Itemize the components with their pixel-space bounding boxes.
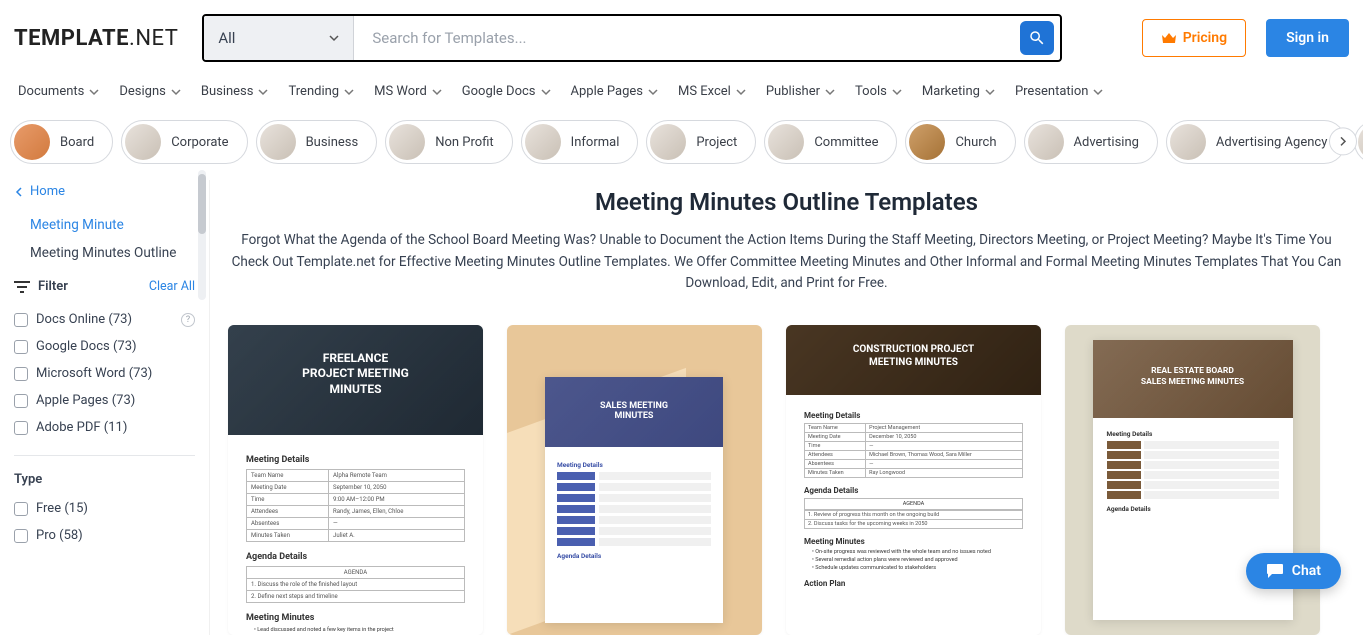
pills-scroll-right[interactable] <box>1329 127 1357 155</box>
pill-project[interactable]: Project <box>646 120 756 164</box>
filter-free[interactable]: Free (15) <box>14 495 195 522</box>
card-hero: REAL ESTATE BOARD SALES MEETING MINUTES <box>1093 340 1293 418</box>
filter-apple-pages[interactable]: Apple Pages (73) <box>14 387 195 414</box>
nav-tools[interactable]: Tools <box>855 84 902 99</box>
card-hero: SALES MEETING MINUTES <box>545 377 723 447</box>
chevron-down-icon <box>825 87 835 97</box>
chevron-left-icon <box>14 187 24 197</box>
type-header: Type <box>14 466 195 495</box>
page-description: Forgot What the Agenda of the School Boa… <box>227 230 1347 295</box>
pill-committee[interactable]: Committee <box>764 120 897 164</box>
logo[interactable]: TEMPLATE.NET <box>14 26 178 51</box>
signin-button[interactable]: Sign in <box>1266 19 1349 57</box>
top-nav: Documents Designs Business Trending MS W… <box>0 76 1363 114</box>
template-grid: FREELANCE PROJECT MEETING MINUTES Meetin… <box>220 325 1353 635</box>
chevron-down-icon <box>541 87 551 97</box>
nav-documents[interactable]: Documents <box>18 84 99 99</box>
chevron-down-icon <box>648 87 658 97</box>
nav-designs[interactable]: Designs <box>119 84 180 99</box>
template-card-freelance[interactable]: FREELANCE PROJECT MEETING MINUTES Meetin… <box>228 325 483 635</box>
pill-church[interactable]: Church <box>905 120 1015 164</box>
nav-msword[interactable]: MS Word <box>374 84 442 99</box>
nav-msexcel[interactable]: MS Excel <box>678 84 746 99</box>
content-area: Meeting Minutes Outline Templates Forgot… <box>210 180 1363 635</box>
chevron-down-icon <box>985 87 995 97</box>
search-button[interactable] <box>1020 21 1054 55</box>
chevron-right-icon <box>1338 136 1348 146</box>
chevron-down-icon <box>89 87 99 97</box>
pill-corporate[interactable]: Corporate <box>121 120 247 164</box>
pill-advertising[interactable]: Advertising <box>1024 120 1158 164</box>
chat-icon <box>1266 563 1284 579</box>
breadcrumb-home[interactable]: Home <box>14 184 195 199</box>
page-title: Meeting Minutes Outline Templates <box>220 188 1353 216</box>
nav-googledocs[interactable]: Google Docs <box>462 84 551 99</box>
nav-presentation[interactable]: Presentation <box>1015 84 1104 99</box>
card-hero: CONSTRUCTION PROJECT MEETING MINUTES <box>786 325 1041 395</box>
sidebar: Home Meeting Minute Meeting Minutes Outl… <box>0 180 210 635</box>
chevron-down-icon <box>1093 87 1103 97</box>
nav-applepages[interactable]: Apple Pages <box>571 84 658 99</box>
chevron-down-icon <box>258 87 268 97</box>
filter-pro[interactable]: Pro (58) <box>14 522 195 549</box>
crown-icon <box>1161 31 1177 45</box>
category-select[interactable]: All <box>204 16 354 60</box>
chevron-down-icon <box>171 87 181 97</box>
sidebar-scrollbar[interactable] <box>198 170 206 300</box>
pricing-button[interactable]: Pricing <box>1142 19 1246 57</box>
filter-icon <box>14 281 30 293</box>
filter-ms-word[interactable]: Microsoft Word (73) <box>14 360 195 387</box>
search-input[interactable] <box>354 16 1014 60</box>
sidebar-link-meeting-minute[interactable]: Meeting Minute <box>14 211 195 239</box>
nav-business[interactable]: Business <box>201 84 269 99</box>
clear-all-link[interactable]: Clear All <box>149 279 195 294</box>
sidebar-link-outline[interactable]: Meeting Minutes Outline <box>14 239 195 267</box>
search-icon <box>1028 29 1046 47</box>
pill-informal[interactable]: Informal <box>521 120 639 164</box>
pill-board[interactable]: Board <box>10 120 113 164</box>
chat-widget[interactable]: Chat <box>1246 553 1341 589</box>
pill-business[interactable]: Business <box>256 120 378 164</box>
filter-header: Filter <box>14 279 68 294</box>
filter-adobe-pdf[interactable]: Adobe PDF (11) <box>14 414 195 441</box>
pill-adagency[interactable]: Advertising Agency <box>1166 120 1346 164</box>
chevron-down-icon <box>736 87 746 97</box>
nav-publisher[interactable]: Publisher <box>766 84 835 99</box>
filter-docs-online[interactable]: Docs Online (73)? <box>14 306 195 333</box>
search-bar: All <box>202 14 1062 62</box>
chevron-down-icon <box>892 87 902 97</box>
nav-trending[interactable]: Trending <box>288 84 354 99</box>
template-card-sales[interactable]: SALES MEETING MINUTES Meeting Details Ag… <box>507 325 762 635</box>
card-hero: FREELANCE PROJECT MEETING MINUTES <box>228 325 483 435</box>
info-icon: ? <box>181 313 195 327</box>
filter-google-docs[interactable]: Google Docs (73) <box>14 333 195 360</box>
chevron-down-icon <box>344 87 354 97</box>
chevron-down-icon <box>432 87 442 97</box>
nav-marketing[interactable]: Marketing <box>922 84 995 99</box>
pill-nonprofit[interactable]: Non Profit <box>385 120 512 164</box>
chevron-down-icon <box>329 33 339 43</box>
template-card-construction[interactable]: CONSTRUCTION PROJECT MEETING MINUTES Mee… <box>786 325 1041 635</box>
